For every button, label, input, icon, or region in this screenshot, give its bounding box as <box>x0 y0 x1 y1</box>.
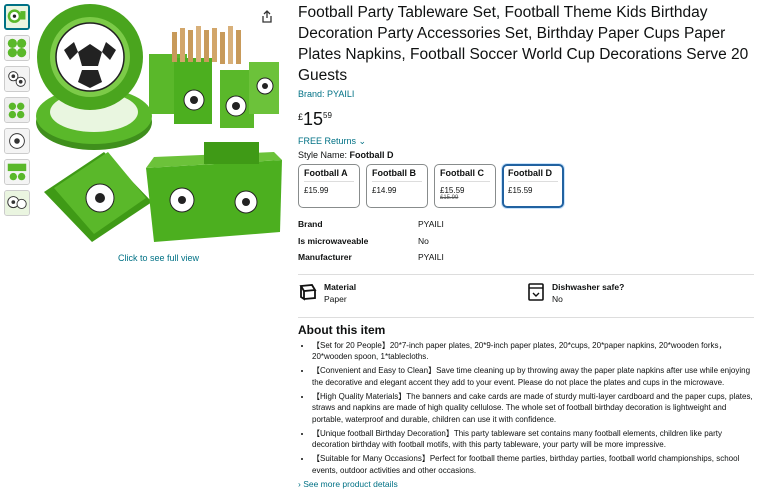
style-option-football-d[interactable]: Football D £15.59 <box>502 164 564 208</box>
style-name-value: Football D <box>349 150 394 160</box>
feature-row: Material Paper Dishwasher safe? No <box>298 282 754 312</box>
list-item: 【Unique football Birthday Decoration】Thi… <box>312 428 754 451</box>
about-bullets: 【Set for 20 People】20*7-inch paper plate… <box>298 340 754 477</box>
thumbnail-1[interactable] <box>4 4 30 30</box>
spec-row: Is microwaveable No <box>298 236 754 253</box>
product-details: Football Party Tableware Set, Football T… <box>298 0 754 489</box>
feature-dishwasher: Dishwasher safe? No <box>526 282 754 312</box>
list-item: 【Suitable for Many Occasions】Perfect for… <box>312 453 754 476</box>
spec-row: Brand PYAILI <box>298 219 754 236</box>
option-name: Football B <box>372 168 422 182</box>
thumbnail-6[interactable] <box>4 159 30 185</box>
style-option-football-c[interactable]: Football C £15.59 £15.99 <box>434 164 496 208</box>
spec-table: Brand PYAILI Is microwaveable No Manufac… <box>298 219 754 269</box>
option-price: £15.59 <box>508 186 533 195</box>
style-options: Football A £15.99 Football B £14.99 Foot… <box>298 164 754 208</box>
divider <box>298 316 754 318</box>
option-price: £15.99 <box>304 186 329 195</box>
spec-row: Manufacturer PYAILI <box>298 252 754 269</box>
list-item: 【Set for 20 People】20*7-inch paper plate… <box>312 340 754 363</box>
price: £ 15 59 <box>298 109 754 130</box>
list-item: 【High Quality Materials】The banners and … <box>312 391 754 426</box>
feature-label: Dishwasher safe? <box>552 281 625 292</box>
thumbnail-2[interactable] <box>4 35 30 61</box>
feature-value: No <box>552 293 563 304</box>
share-icon[interactable] <box>260 10 274 24</box>
feature-material: Material Paper <box>298 282 526 312</box>
free-returns-link[interactable]: FREE Returns ⌄ <box>298 136 754 147</box>
price-fraction: 59 <box>323 111 332 120</box>
spec-key: Manufacturer <box>298 252 352 262</box>
material-icon <box>298 282 318 302</box>
see-more-details-link[interactable]: › See more product details <box>298 479 754 489</box>
dishwasher-icon <box>526 282 546 302</box>
style-name: Style Name: Football D <box>298 150 754 160</box>
spec-key: Is microwaveable <box>298 235 369 246</box>
option-name: Football D <box>508 168 558 182</box>
divider <box>298 273 754 275</box>
style-name-label: Style Name: <box>298 150 350 160</box>
option-was-price: £15.99 <box>440 195 459 201</box>
product-title: Football Party Tableware Set, Football T… <box>298 4 749 84</box>
option-price: £14.99 <box>372 186 397 195</box>
feature-value: Paper <box>324 293 347 304</box>
spec-value: No <box>418 235 429 246</box>
price-whole: 15 <box>303 109 324 129</box>
thumbnail-5[interactable] <box>4 128 30 154</box>
style-option-football-b[interactable]: Football B £14.99 <box>366 164 428 208</box>
main-product-image[interactable] <box>34 2 284 250</box>
option-price: £15.59 <box>440 186 465 195</box>
thumbnail-4[interactable] <box>4 97 30 123</box>
see-full-view-link[interactable]: Click to see full view <box>118 253 199 263</box>
feature-label: Material <box>324 281 357 292</box>
spec-value: PYAILI <box>418 252 444 262</box>
option-name: Football C <box>440 168 490 182</box>
style-option-football-a[interactable]: Football A £15.99 <box>298 164 360 208</box>
brand-link[interactable]: Brand: PYAILI <box>298 89 754 99</box>
list-item: 【Convenient and Easy to Clean】Save time … <box>312 365 754 388</box>
spec-value: PYAILI <box>418 219 444 229</box>
spec-key: Brand <box>298 219 323 229</box>
about-heading: About this item <box>298 322 386 337</box>
thumbnail-3[interactable] <box>4 66 30 92</box>
thumbnail-7[interactable] <box>4 190 30 216</box>
thumbnail-strip <box>4 4 32 221</box>
option-name: Football A <box>304 168 354 182</box>
